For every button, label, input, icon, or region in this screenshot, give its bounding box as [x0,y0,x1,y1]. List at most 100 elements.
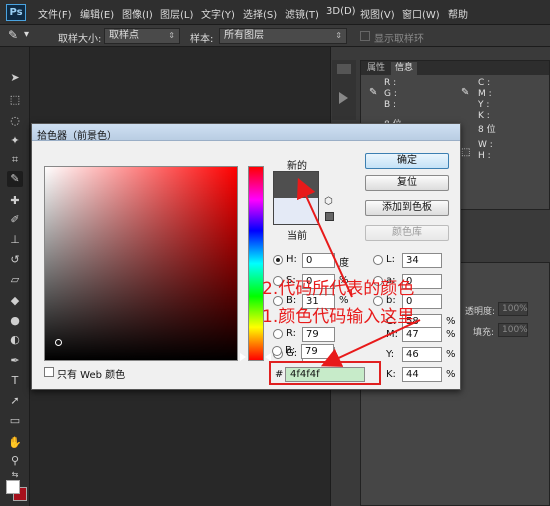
move-tool-icon[interactable]: ➤ [7,70,23,86]
color-libraries-button[interactable]: 颜色库 [365,225,449,241]
menu-file[interactable]: 文件(F) [38,6,72,21]
info-k-label: K : [478,111,490,121]
brush-tool-icon[interactable]: ✐ [7,212,23,228]
current-color-swatch[interactable] [273,198,319,225]
menu-view[interactable]: 视图(V) [360,6,395,21]
sample-size-select[interactable]: 取样点 ⇕ [104,28,180,44]
input-y[interactable]: 46 [402,347,442,362]
menu-window[interactable]: 窗口(W) [402,6,440,21]
healing-brush-tool-icon[interactable]: ✚ [7,193,23,209]
color-picker-dialog: 拾色器（前景色） 只有 Web 颜色 新的 当前 ⬡ 确定 复位 添加到色板 颜… [31,123,461,390]
menu-help[interactable]: 帮助 [448,6,468,21]
collapsed-panel-strip [332,60,356,120]
new-color-swatch [273,171,319,198]
input-m[interactable]: 47 [402,327,442,342]
input-rgb-b[interactable]: 79 [301,344,334,359]
dialog-titlebar[interactable]: 拾色器（前景色） [32,124,460,142]
quick-select-tool-icon[interactable]: ✦ [7,133,23,149]
tab-properties[interactable]: 属性 [363,62,389,75]
reset-button[interactable]: 复位 [365,175,449,191]
radio-r[interactable] [273,329,283,339]
hue-slider-handle-right[interactable] [265,353,271,361]
opacity-input[interactable]: 100% [498,302,528,316]
sample-label: 样本: [190,34,214,45]
menu-layer[interactable]: 图层(L) [160,6,193,21]
info-w-label: W : [478,140,493,150]
play-icon[interactable] [339,92,348,104]
chevron-down-icon: ⇕ [335,31,342,40]
info-r-label: R : [384,78,397,88]
fill-input[interactable]: 100% [498,323,528,337]
hue-slider[interactable] [248,166,264,361]
opacity-label: 透明度: [465,307,496,317]
sample-select[interactable]: 所有图层 ⇕ [219,28,347,44]
sample-size-value: 取样点 [109,30,139,41]
fill-label: 填充: [473,328,495,338]
label-l: L: [386,254,395,265]
info-b-label: B : [384,100,397,110]
input-l[interactable]: 34 [402,253,442,268]
eraser-tool-icon[interactable]: ▱ [7,272,23,288]
menu-image[interactable]: 图像(I) [122,6,153,21]
info-bitdepth-right: 8 位 [478,125,496,135]
info-c-label: C : [478,78,491,88]
menu-3d[interactable]: 3D(D) [326,6,356,17]
hand-tool-icon[interactable]: ✋ [7,435,23,451]
info-h-label: H : [478,151,491,161]
shape-tool-icon[interactable]: ▭ [7,413,23,429]
radio-rgb-b[interactable] [272,346,282,356]
label-m: M: [386,329,398,340]
unit-k: % [446,369,456,380]
eyedropper-icon[interactable]: ✎ [8,28,18,42]
input-k[interactable]: 44 [402,367,442,382]
cube-icon[interactable]: ⬡ [324,197,334,207]
info-y-label: Y : [478,100,490,110]
input-r[interactable]: 79 [302,327,335,342]
label-k: K: [386,369,396,380]
unit-y: % [446,349,456,360]
menu-edit[interactable]: 编辑(E) [80,6,114,21]
web-only-checkbox[interactable] [44,367,54,377]
eyedropper-icon: ✎ [369,87,378,98]
label-h: H: [286,254,297,265]
foreground-color-swatch[interactable] [6,480,20,494]
saturation-brightness-field[interactable] [44,166,238,361]
add-to-swatches-button[interactable]: 添加到色板 [365,200,449,216]
unit-h: 度 [339,258,349,269]
label-rgb-b: B: [285,345,296,356]
menu-select[interactable]: 选择(S) [243,6,277,21]
annotation-line-1: 1.颜色代码输入这里 [262,307,415,327]
tool-preset-chevron-icon[interactable]: ▾ [24,29,29,40]
blur-tool-icon[interactable]: ● [7,313,23,329]
ok-button[interactable]: 确定 [365,153,449,169]
menu-filter[interactable]: 滤镜(T) [285,6,319,21]
pen-tool-icon[interactable]: ✒ [7,353,23,369]
type-tool-icon[interactable]: T [7,373,23,389]
paint-bucket-tool-icon[interactable]: ◆ [7,293,23,309]
clone-stamp-tool-icon[interactable]: ⊥ [7,232,23,248]
unit-c: % [446,316,456,327]
hue-slider-handle-left[interactable] [240,353,246,361]
dialog-title: 拾色器（前景色） [37,131,117,142]
info-panel-tabs: 属性 信息 [361,61,549,75]
marquee-tool-icon[interactable]: ⬚ [7,92,23,108]
color-cursor[interactable] [55,339,62,346]
dodge-tool-icon[interactable]: ◐ [7,332,23,348]
eyedropper-tool-icon[interactable]: ✎ [7,171,23,187]
menu-bar: Ps 文件(F) 编辑(E) 图像(I) 图层(L) 文字(Y) 选择(S) 滤… [0,0,550,25]
input-h[interactable]: 0 [302,253,335,268]
menu-type[interactable]: 文字(Y) [201,6,235,21]
annotation-highlight-box [269,361,381,385]
tab-info[interactable]: 信息 [391,62,418,75]
panel-icon[interactable] [337,64,351,74]
crop-tool-icon[interactable]: ⌗ [7,152,23,168]
show-ring-checkbox[interactable] [360,31,370,41]
path-select-tool-icon[interactable]: ➚ [7,393,23,409]
lasso-tool-icon[interactable]: ◌ [7,113,23,129]
sample-value: 所有图层 [224,30,264,41]
websafe-warning-icon[interactable] [325,212,334,221]
radio-l[interactable] [373,255,383,265]
options-bar: ✎ ▾ 取样大小: 取样点 ⇕ 样本: 所有图层 ⇕ 显示取样环 [0,25,550,47]
history-brush-tool-icon[interactable]: ↺ [7,252,23,268]
radio-h[interactable] [273,255,283,265]
